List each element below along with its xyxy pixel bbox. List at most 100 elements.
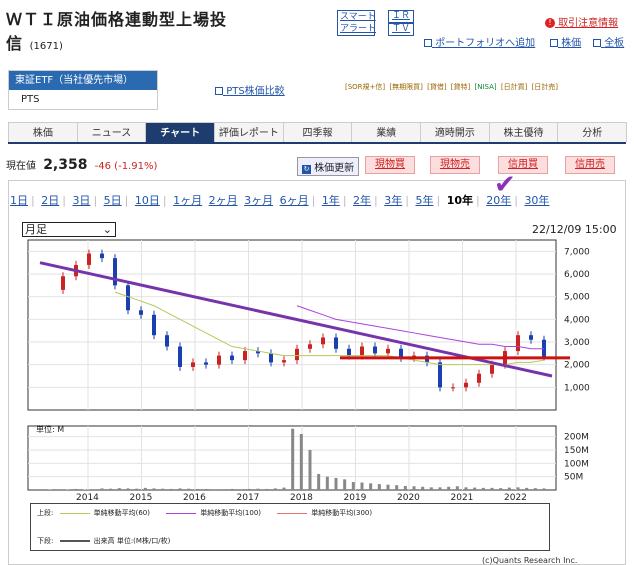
legend-ma60: 単純移動平均(60) [93, 509, 150, 517]
x-tick-label: 2022 [504, 493, 527, 503]
candle [269, 353, 273, 363]
x-tick-label: 2018 [290, 493, 313, 503]
candle [61, 276, 65, 290]
volume-bar [291, 428, 295, 490]
volume-bar [403, 486, 407, 490]
candle [230, 355, 234, 361]
volume-bar [429, 487, 433, 490]
volume-bar [499, 488, 503, 490]
candle [282, 360, 286, 363]
candle [243, 351, 247, 361]
candle [191, 362, 195, 367]
x-tick-label: 2015 [130, 493, 153, 503]
volume-bar [74, 488, 78, 490]
volume-bar [57, 489, 61, 490]
y-tick-label: 3,000 [564, 338, 590, 348]
candle [126, 285, 130, 311]
legend-ma300: 単純移動平均(300) [311, 509, 373, 517]
volume-bar [438, 487, 442, 490]
volume-bar [178, 488, 182, 490]
candle [464, 382, 468, 388]
x-tick-label: 2019 [344, 493, 367, 503]
volume-bar [117, 488, 121, 490]
y-tick-label: 2,000 [564, 361, 590, 371]
volume-bar [308, 450, 312, 490]
candle [165, 335, 169, 347]
candle [334, 337, 338, 349]
x-tick-label: 2014 [76, 493, 99, 503]
volume-bar [481, 487, 485, 490]
copyright: (c)Quants Research Inc. [482, 556, 578, 565]
volume-bar [455, 486, 459, 490]
candle [373, 346, 377, 354]
volume-bar [204, 488, 208, 490]
x-tick-label: 2020 [397, 493, 420, 503]
volume-bar [317, 474, 321, 490]
volume-bar [542, 488, 546, 490]
volume-bar [412, 486, 416, 490]
y-tick-label: 1,000 [564, 383, 590, 393]
volume-bar [143, 487, 147, 490]
volume-bar [221, 489, 225, 490]
candle [204, 362, 208, 365]
volume-bar [230, 488, 234, 490]
y-tick-label: 4,000 [564, 315, 590, 325]
candle [438, 362, 442, 388]
candle [100, 253, 104, 259]
volume-bar [247, 488, 251, 490]
volume-bar [343, 479, 347, 490]
candle [178, 346, 182, 367]
volume-bar [490, 487, 494, 490]
volume-bar [187, 488, 191, 490]
candle [139, 310, 143, 315]
volume-bar [161, 488, 165, 490]
y-tick-label: 5,000 [564, 293, 590, 303]
volume-bar [516, 487, 520, 490]
volume-bar [325, 476, 329, 490]
candle [360, 346, 364, 356]
volume-bar [507, 487, 511, 490]
volume-bar [464, 487, 468, 490]
volume-bar [360, 482, 364, 490]
volume-bar [533, 488, 537, 490]
volume-bar [100, 488, 104, 490]
volume-bar [447, 486, 451, 490]
volume-bar [239, 489, 243, 490]
volume-bar [351, 482, 355, 490]
volume-bar [169, 488, 173, 490]
candle [490, 364, 494, 374]
volume-bar [273, 488, 277, 490]
volume-tick-label: 50M [564, 473, 583, 483]
volume-bar [473, 487, 477, 490]
volume-bar [152, 488, 156, 490]
volume-bar [135, 488, 139, 490]
price-chart: 7,000 6,000 5,000 4,000 3,000 2,000 1,000 2014 2… [27, 239, 590, 503]
volume-bar [395, 485, 399, 490]
volume-bar [282, 487, 286, 490]
volume-bar [334, 478, 338, 490]
y-tick-label: 7,000 [564, 247, 590, 257]
volume-bar [299, 434, 303, 490]
candle [321, 337, 325, 345]
volume-bar [265, 488, 269, 490]
x-tick-label: 2021 [451, 493, 474, 503]
legend-ma100: 単純移動平均(100) [200, 509, 262, 517]
volume-bar [386, 484, 390, 490]
volume-tick-label: 100M [564, 459, 589, 469]
candle [152, 314, 156, 336]
volume-bar [421, 486, 425, 490]
price-plot-frame [27, 239, 557, 411]
x-tick-label: 2017 [237, 493, 260, 503]
volume-bar [377, 484, 381, 490]
volume-tick-label: 150M [564, 446, 589, 456]
volume-unit-label: 単位: M [36, 425, 65, 434]
candle [451, 387, 455, 389]
volume-bar [83, 489, 87, 490]
candle [87, 253, 91, 265]
candle [529, 335, 533, 340]
candle [516, 335, 520, 352]
candle [386, 348, 390, 354]
volume-bar [126, 488, 130, 490]
candle [347, 348, 351, 356]
candle [113, 258, 117, 286]
